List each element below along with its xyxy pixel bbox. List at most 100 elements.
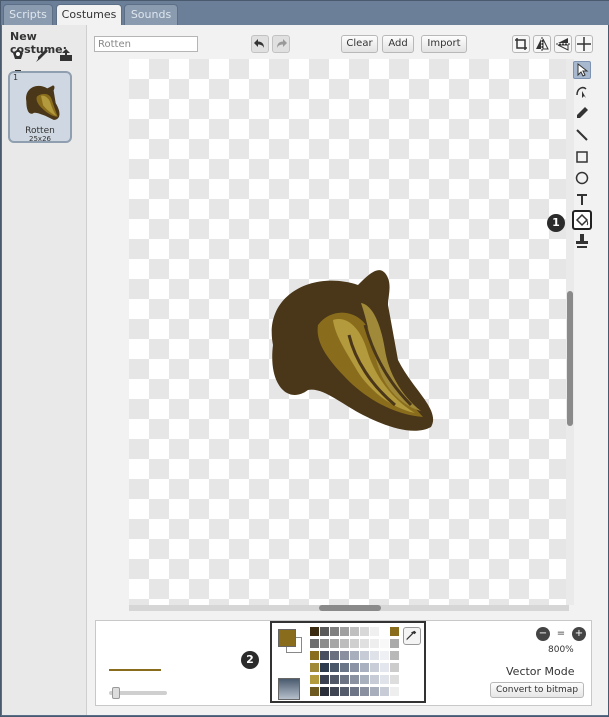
palette-swatch[interactable]	[350, 651, 359, 660]
palette-swatch[interactable]	[350, 639, 359, 648]
palette-swatch[interactable]	[360, 651, 369, 660]
palette-swatch[interactable]	[330, 627, 339, 636]
palette-swatch[interactable]	[370, 627, 379, 636]
palette-swatch[interactable]	[380, 663, 389, 672]
palette-swatch[interactable]	[370, 675, 379, 684]
palette-swatch[interactable]	[360, 663, 369, 672]
palette-swatch[interactable]	[350, 675, 359, 684]
palette-swatch[interactable]	[340, 639, 349, 648]
primary-color-swatch[interactable]	[278, 629, 296, 647]
palette-swatch[interactable]	[360, 627, 369, 636]
text-icon[interactable]	[573, 190, 591, 208]
palette-swatch[interactable]	[360, 675, 369, 684]
palette-swatch[interactable]	[390, 675, 399, 684]
costume-item-rotten[interactable]: 1 Rotten 25x26	[8, 71, 72, 143]
palette-swatch[interactable]	[390, 627, 399, 636]
convert-to-bitmap-button[interactable]: Convert to bitmap	[490, 682, 584, 698]
paint-editor: Clear Add Import	[88, 25, 608, 715]
palette-swatch[interactable]	[370, 651, 379, 660]
eyedropper-icon[interactable]	[403, 627, 421, 645]
banana-drawing	[271, 270, 434, 431]
zoom-in-icon[interactable]: +	[572, 627, 586, 641]
palette-swatch[interactable]	[380, 687, 389, 696]
reshape-icon[interactable]	[573, 82, 591, 100]
upload-icon[interactable]	[58, 47, 74, 63]
zoom-out-icon[interactable]: −	[536, 627, 550, 641]
palette-swatch[interactable]	[380, 651, 389, 660]
gradient-swatch[interactable]	[278, 678, 300, 700]
palette-swatch[interactable]	[320, 687, 329, 696]
palette-swatch[interactable]	[310, 639, 319, 648]
paint-brush-icon[interactable]	[34, 47, 50, 63]
tab-costumes[interactable]: Costumes	[56, 4, 122, 26]
line-icon[interactable]	[573, 126, 591, 144]
stamp-icon[interactable]	[573, 232, 591, 250]
palette-swatch[interactable]	[340, 687, 349, 696]
palette-swatch[interactable]	[350, 627, 359, 636]
palette-swatch[interactable]	[360, 639, 369, 648]
palette-swatch[interactable]	[380, 627, 389, 636]
import-button[interactable]: Import	[421, 35, 467, 53]
drawing-canvas[interactable]	[129, 59, 569, 605]
clear-button[interactable]: Clear	[341, 35, 378, 53]
palette-swatch[interactable]	[320, 651, 329, 660]
paint-from-library-icon[interactable]	[10, 47, 26, 63]
undo-icon[interactable]	[251, 35, 269, 53]
horizontal-scroll-thumb[interactable]	[319, 605, 381, 611]
add-button[interactable]: Add	[382, 35, 414, 53]
palette-swatch[interactable]	[390, 663, 399, 672]
costumes-pane: New costume: 1 Rotten 25x26 Rotten Clear…	[2, 25, 608, 715]
crop-icon[interactable]	[512, 35, 530, 53]
redo-icon[interactable]	[272, 35, 290, 53]
palette-swatch[interactable]	[330, 675, 339, 684]
pencil-icon[interactable]	[573, 104, 591, 122]
select-arrow-icon[interactable]	[573, 61, 591, 79]
palette-swatch[interactable]	[330, 687, 339, 696]
tab-sounds[interactable]: Sounds	[124, 4, 178, 25]
rectangle-icon[interactable]	[573, 148, 591, 166]
tab-scripts[interactable]: Scripts	[3, 4, 53, 25]
set-center-icon[interactable]	[575, 35, 593, 53]
palette-swatch[interactable]	[380, 639, 389, 648]
palette-swatch[interactable]	[380, 675, 389, 684]
palette-swatch[interactable]	[310, 663, 319, 672]
ellipse-icon[interactable]	[573, 169, 591, 187]
palette-swatch[interactable]	[310, 675, 319, 684]
palette-swatch[interactable]	[360, 687, 369, 696]
palette-swatch[interactable]	[390, 651, 399, 660]
line-width-slider[interactable]	[109, 687, 167, 699]
palette-swatch[interactable]	[340, 627, 349, 636]
zoom-level: 800%	[548, 645, 574, 655]
bottom-options-panel: 2 − = + 800% Vector Mode Convert to bitm…	[95, 620, 592, 706]
palette-swatch[interactable]	[310, 687, 319, 696]
palette-swatch[interactable]	[330, 663, 339, 672]
vertical-scroll-thumb[interactable]	[567, 291, 573, 426]
palette-swatch[interactable]	[330, 651, 339, 660]
palette-swatch[interactable]	[330, 639, 339, 648]
line-width-slider-knob[interactable]	[111, 687, 120, 699]
costume-thumbnail-image	[26, 85, 60, 120]
fill-bucket-icon[interactable]	[572, 210, 592, 230]
palette-swatch[interactable]	[320, 663, 329, 672]
costume-name-input[interactable]	[94, 36, 198, 52]
zoom-reset-icon[interactable]: =	[554, 627, 568, 641]
horizontal-scrollbar[interactable]	[129, 605, 569, 611]
palette-swatch[interactable]	[320, 627, 329, 636]
palette-swatch[interactable]	[370, 639, 379, 648]
palette-swatch[interactable]	[320, 639, 329, 648]
palette-swatch[interactable]	[350, 687, 359, 696]
palette-swatch[interactable]	[370, 687, 379, 696]
palette-swatch[interactable]	[340, 663, 349, 672]
palette-swatch[interactable]	[390, 687, 399, 696]
palette-swatch[interactable]	[310, 651, 319, 660]
palette-swatch[interactable]	[310, 627, 319, 636]
palette-swatch[interactable]	[350, 663, 359, 672]
palette-swatch[interactable]	[320, 675, 329, 684]
flip-vertical-icon[interactable]	[554, 35, 572, 53]
palette-swatch[interactable]	[370, 663, 379, 672]
tab-bar: Scripts Costumes Sounds	[1, 1, 609, 26]
flip-horizontal-icon[interactable]	[533, 35, 551, 53]
palette-swatch[interactable]	[340, 651, 349, 660]
palette-swatch[interactable]	[340, 675, 349, 684]
palette-swatch[interactable]	[390, 639, 399, 648]
